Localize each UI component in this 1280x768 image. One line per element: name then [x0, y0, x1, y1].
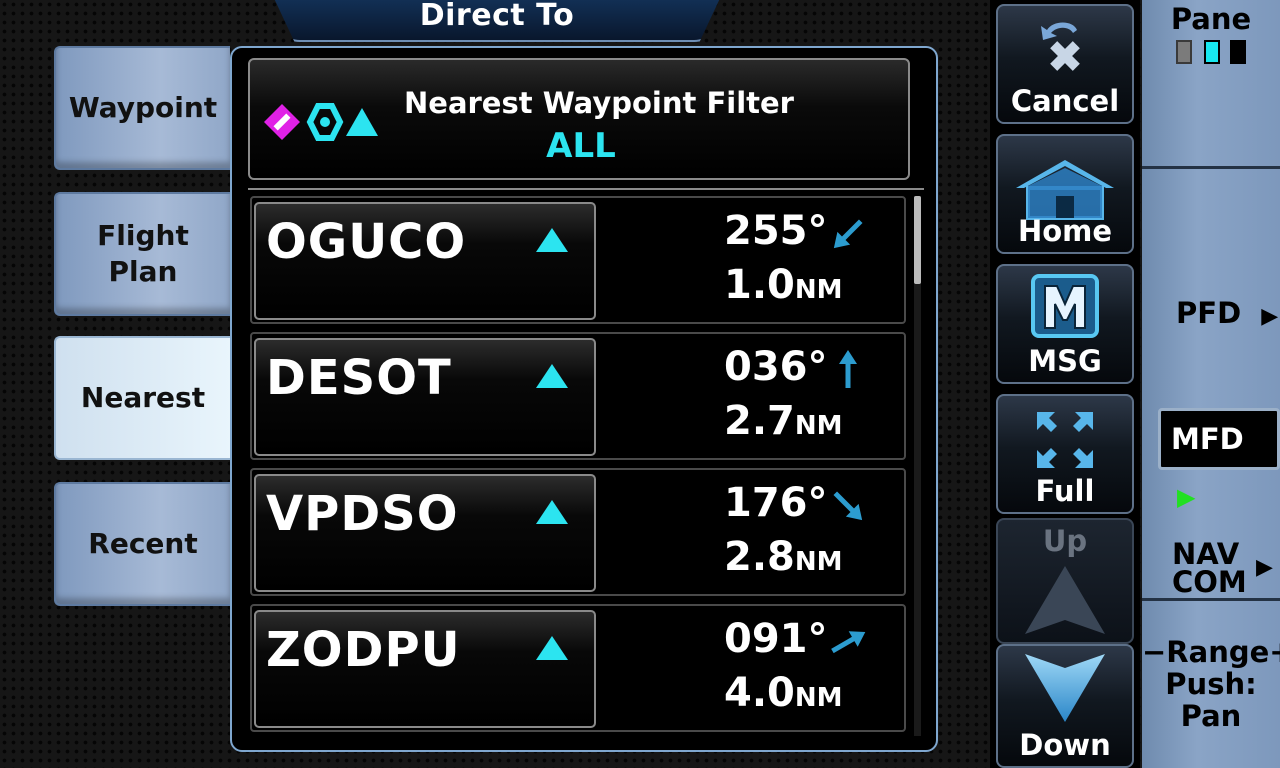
nearest-waypoint-filter-button[interactable]: Nearest Waypoint Filter ALL [248, 58, 910, 180]
push-label: Push: [1165, 667, 1257, 701]
waypoint-bearing: 036° [724, 344, 828, 390]
down-button[interactable]: Down [996, 644, 1134, 768]
up-button-label: Up [1042, 524, 1088, 558]
distance-unit: NM [794, 683, 843, 713]
distance-value: 4.0 [724, 670, 795, 716]
msg-button-label: MSG [1028, 344, 1102, 378]
distance-unit: NM [794, 547, 843, 577]
waypoint-row: OGUCO 255° 1.0NM [250, 196, 906, 324]
waypoint-triangle-icon [536, 636, 568, 660]
pan-label: Pan [1180, 699, 1242, 733]
caret-right-icon: ▶ [1261, 304, 1279, 329]
full-button-label: Full [1035, 474, 1095, 508]
waypoint-button-oguco[interactable]: OGUCO [254, 202, 596, 320]
navcom-button[interactable]: NAV COM ▶ [1142, 540, 1280, 597]
waypoint-distance: 4.0NM [724, 670, 843, 716]
message-icon [1031, 274, 1099, 338]
up-arrow-icon [1025, 566, 1105, 634]
waypoint-button-desot[interactable]: DESOT [254, 338, 596, 456]
filter-value: ALL [546, 126, 616, 166]
up-button[interactable]: Up [996, 518, 1134, 644]
distance-value: 1.0 [724, 262, 795, 308]
down-button-label: Down [1019, 728, 1111, 762]
waypoint-distance: 2.7NM [724, 398, 843, 444]
pane-indicator-center [1204, 40, 1220, 64]
filter-title: Nearest Waypoint Filter [404, 86, 794, 120]
waypoint-bearing: 091° [724, 616, 828, 662]
msg-button[interactable]: MSG [996, 264, 1134, 384]
tab-recent[interactable]: Recent [54, 482, 230, 606]
waypoint-row: VPDSO 176° 2.8NM [250, 468, 906, 596]
bearing-arrow-icon [833, 491, 863, 521]
waypoint-button-zodpu[interactable]: ZODPU [254, 610, 596, 728]
page-title: Direct To [419, 0, 575, 33]
tab-nearest[interactable]: Nearest [54, 336, 230, 460]
waypoint-distance: 2.8NM [724, 534, 843, 580]
waypoint-bearing: 176° [724, 480, 828, 526]
waypoint-triangle-icon [536, 500, 568, 524]
cancel-button-label: Cancel [1010, 84, 1120, 118]
distance-value: 2.7 [724, 398, 795, 444]
page-title-tab: Direct To [272, 0, 722, 42]
distance-unit: NM [794, 411, 843, 441]
pfd-button[interactable]: PFD ▶ [1142, 298, 1280, 332]
waypoint-button-vpdso[interactable]: VPDSO [254, 474, 596, 592]
tab-waypoint-label: Waypoint [68, 91, 218, 124]
scrollbar-thumb[interactable] [914, 196, 921, 284]
waypoint-distance: 1.0NM [724, 262, 843, 308]
caret-right-icon: ▶ [1256, 555, 1273, 580]
bearing-arrow-icon [839, 350, 857, 388]
home-button[interactable]: Home [996, 134, 1134, 254]
waypoint-row: ZODPU 091° 4.0NM [250, 604, 906, 732]
distance-value: 2.8 [724, 534, 795, 580]
tab-nearest-label: Nearest [80, 381, 206, 414]
pane-label: Pane [1170, 2, 1252, 36]
active-arrow-icon: ▶ [1177, 483, 1196, 511]
full-button[interactable]: Full [996, 394, 1134, 514]
bearing-arrow-icon [833, 219, 863, 249]
tab-flight-plan-label: Flight Plan [97, 219, 189, 288]
range-knob-label: −Range+ Push: Pan [1142, 636, 1280, 732]
divider [248, 188, 924, 190]
strip-divider [1142, 166, 1280, 169]
cancel-icon [1041, 22, 1080, 71]
waypoint-triangle-icon [536, 228, 568, 252]
pane-indicator-left [1176, 40, 1192, 64]
mfd-button[interactable]: MFD ▶ [1158, 408, 1280, 511]
mfd-label: MFD [1171, 422, 1244, 456]
tab-flight-plan[interactable]: Flight Plan [54, 192, 230, 316]
waypoint-name: OGUCO [266, 214, 467, 270]
waypoint-name: ZODPU [266, 622, 461, 678]
tab-waypoint[interactable]: Waypoint [54, 46, 230, 170]
distance-unit: NM [794, 275, 843, 305]
down-arrow-icon [1025, 654, 1105, 722]
cancel-button[interactable]: Cancel [996, 4, 1134, 124]
bearing-arrow-icon [831, 631, 866, 654]
waypoint-triangle-icon [536, 364, 568, 388]
waypoint-name: DESOT [266, 350, 452, 406]
pane-indicator-right [1230, 40, 1246, 64]
home-icon [1016, 160, 1114, 220]
pfd-label: PFD [1176, 296, 1242, 330]
fullscreen-icon [1037, 412, 1093, 468]
waypoint-row: DESOT 036° 2.7NM [250, 332, 906, 460]
tab-recent-label: Recent [88, 527, 198, 560]
waypoint-name: VPDSO [266, 486, 459, 542]
range-label: −Range+ [1142, 635, 1280, 669]
home-button-label: Home [1017, 214, 1113, 248]
waypoint-bearing: 255° [724, 208, 828, 254]
